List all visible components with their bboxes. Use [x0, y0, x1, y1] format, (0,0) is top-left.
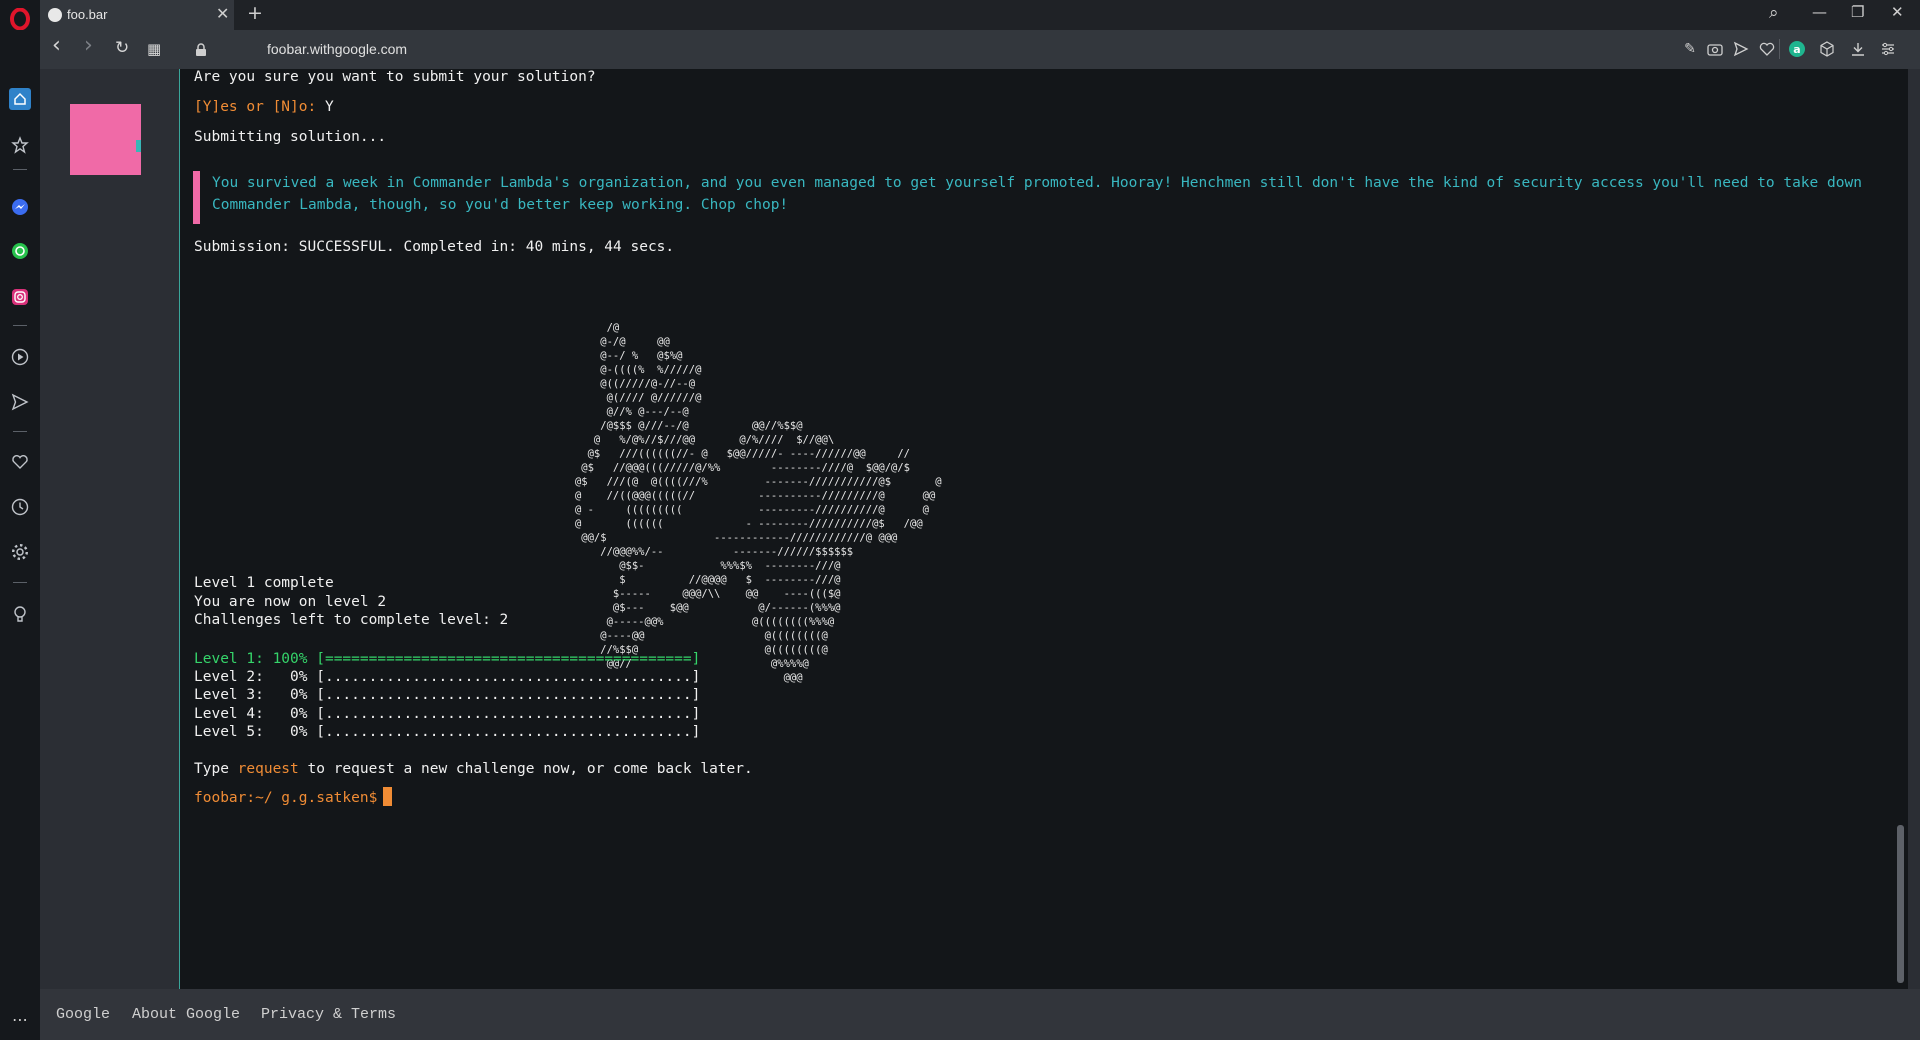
level-progress-label: Level 5: 0%: [194, 724, 308, 740]
opera-logo-icon[interactable]: [9, 8, 31, 30]
confirm-prompt: Are you sure you want to submit your sol…: [194, 69, 596, 85]
instagram-icon[interactable]: [9, 286, 31, 308]
heart-icon[interactable]: [1758, 40, 1776, 58]
toolbar-divider: [1779, 39, 1780, 59]
settings-icon[interactable]: [9, 541, 31, 563]
story-message: You survived a week in Commander Lambda'…: [193, 171, 1862, 224]
download-icon[interactable]: [1849, 40, 1867, 58]
instruction-line: Type request to request a new challenge …: [194, 761, 753, 777]
more-icon[interactable]: ⋯: [9, 1008, 31, 1030]
send-icon[interactable]: [1732, 40, 1750, 58]
instruction-suffix: to request a new challenge now, or come …: [307, 761, 753, 777]
messenger-icon[interactable]: [9, 196, 31, 218]
search-icon[interactable]: ⌕: [1769, 3, 1779, 23]
bunny-ascii-art: /@ @-/@ @@ @--/ % @$%@ @-((((% %/////@ @…: [574, 322, 942, 684]
site-favicon-icon: [48, 8, 62, 22]
level-complete: Level 1 complete: [194, 575, 334, 591]
level-progress-label: Level 3: 0%: [194, 687, 308, 703]
tabs-grid-button[interactable]: ▦: [147, 40, 161, 58]
level-progress-row: Level 5: 0% [...........................…: [194, 724, 700, 740]
level-progress-row: Level 4: 0% [...........................…: [194, 706, 700, 722]
svg-text:a: a: [1793, 43, 1800, 56]
foobar-logo: [70, 104, 141, 175]
tab-close-icon[interactable]: ✕: [216, 4, 229, 23]
level-progress-row: Level 1: 100% [=========================…: [194, 651, 700, 667]
edit-icon[interactable]: ✎: [1681, 40, 1699, 58]
current-level: You are now on level 2: [194, 594, 387, 610]
send-icon[interactable]: [9, 391, 31, 413]
sidebar-divider: [13, 431, 27, 432]
browser-sidebar: ⋯: [0, 0, 40, 1040]
reload-button[interactable]: ↻: [115, 38, 129, 58]
level-progress-bar: [.......................................…: [316, 706, 701, 722]
logo-accent: [136, 140, 141, 152]
footer-link-privacy-terms[interactable]: Privacy & Terms: [261, 1006, 396, 1023]
request-command[interactable]: request: [238, 761, 299, 777]
level-progress-row: Level 2: 0% [...........................…: [194, 669, 700, 685]
heart-icon[interactable]: [9, 451, 31, 473]
level-progress-label: Level 2: 0%: [194, 669, 308, 685]
terminal[interactable]: Are you sure you want to submit your sol…: [179, 69, 1908, 989]
star-icon[interactable]: [9, 134, 31, 156]
tab-title: foo.bar: [67, 7, 108, 22]
level-progress-row: Level 3: 0% [...........................…: [194, 687, 700, 703]
whatsapp-icon[interactable]: [9, 240, 31, 262]
account-icon[interactable]: a: [1788, 40, 1806, 58]
tab-bar: foo.bar ✕ + ⌕ — ❐ ✕: [40, 0, 1920, 30]
yes-no-answer: Y: [324, 99, 334, 115]
submission-status: Submission: SUCCESSFUL. Completed in: 40…: [194, 239, 675, 255]
camera-icon[interactable]: [1706, 40, 1724, 58]
home-icon[interactable]: [9, 88, 31, 110]
story-message-line-2: Commander Lambda, though, so you'd bette…: [212, 197, 789, 213]
easy-setup-icon[interactable]: [1879, 40, 1897, 58]
footer-link-google[interactable]: Google: [56, 1006, 110, 1023]
sidebar-divider: [13, 325, 27, 326]
bulb-icon[interactable]: [9, 603, 31, 625]
level-progress-label: Level 4: 0%: [194, 706, 308, 722]
play-icon[interactable]: [9, 346, 31, 368]
tab-foobar[interactable]: foo.bar ✕: [40, 0, 234, 30]
level-progress-bar: [.......................................…: [316, 687, 701, 703]
url-field[interactable]: foobar.withgoogle.com: [267, 41, 407, 57]
level-progress-bar: [.......................................…: [316, 724, 701, 740]
history-icon[interactable]: [9, 496, 31, 518]
shell-input-line[interactable]: foobar:~/ g.g.satken$: [194, 787, 393, 806]
footer-link-about-google[interactable]: About Google: [132, 1006, 240, 1023]
level-progress-label: Level 1: 100%: [194, 651, 308, 667]
level-progress-bar: [=======================================…: [316, 651, 701, 667]
close-window-button[interactable]: ✕: [1891, 3, 1904, 21]
instruction-prefix: Type: [194, 761, 229, 777]
back-button[interactable]: ‹: [52, 33, 61, 58]
lock-icon[interactable]: [195, 42, 207, 61]
address-toolbar: ‹ › ↻ ▦ foobar.withgoogle.com ✎ a: [40, 30, 1920, 69]
submitting-status: Submitting solution...: [194, 129, 387, 145]
sidebar-divider: [13, 169, 27, 170]
restore-button[interactable]: ❐: [1851, 3, 1864, 21]
forward-button[interactable]: ›: [84, 33, 93, 58]
challenges-left: Challenges left to complete level: 2: [194, 612, 509, 628]
text-cursor[interactable]: [383, 787, 393, 806]
sidebar-divider: [13, 582, 27, 583]
shell-prompt: foobar:~/ g.g.satken$: [194, 790, 378, 806]
new-tab-button[interactable]: +: [247, 2, 263, 24]
level-progress-bar: [.......................................…: [316, 669, 701, 685]
yes-no-prompt: [Y]es or [N]o:: [194, 99, 317, 115]
scrollbar-thumb[interactable]: [1897, 825, 1904, 983]
page-footer: Google About Google Privacy & Terms: [40, 989, 1920, 1040]
scrollbar[interactable]: [1894, 69, 1908, 989]
minimize-button[interactable]: —: [1812, 3, 1827, 21]
cube-icon[interactable]: [1818, 40, 1836, 58]
story-message-line-1: You survived a week in Commander Lambda'…: [212, 175, 1862, 191]
yes-no-line: [Y]es or [N]o: Y: [194, 99, 334, 115]
